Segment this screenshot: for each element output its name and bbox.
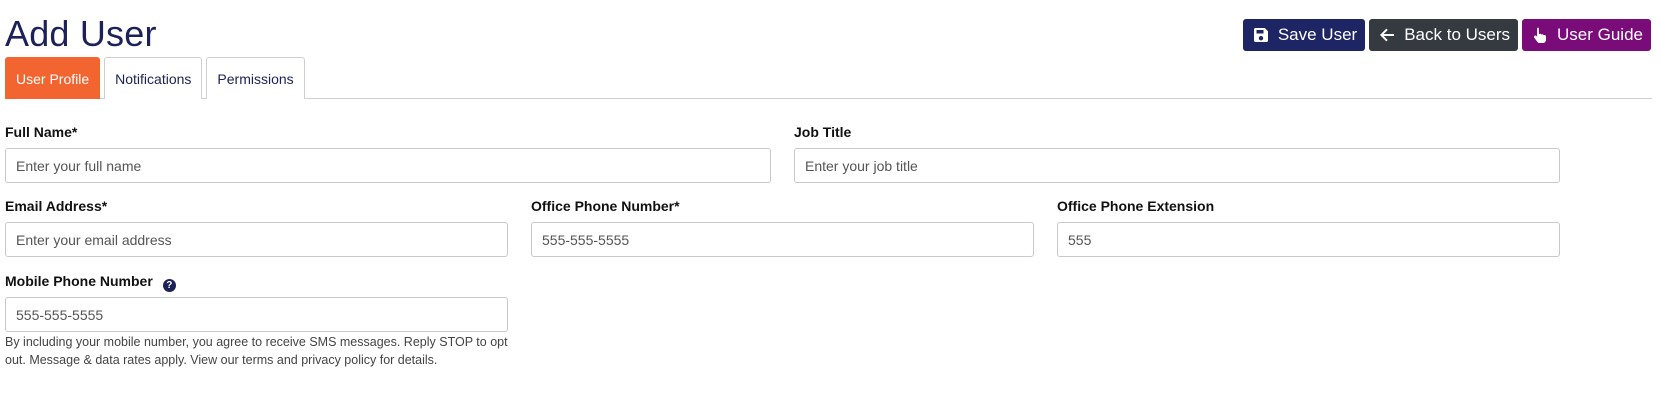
mobile-phone-label: Mobile Phone Number — [5, 273, 153, 289]
office-extension-input[interactable] — [1057, 222, 1560, 257]
job-title-label: Job Title — [794, 124, 852, 140]
sms-consent-note: By including your mobile number, you agr… — [5, 335, 508, 367]
email-label: Email Address* — [5, 198, 108, 214]
question-circle-icon[interactable]: ? — [162, 279, 176, 292]
office-extension-label: Office Phone Extension — [1057, 198, 1215, 214]
pointing-hand-icon — [1534, 27, 1547, 43]
tab-bar: User Profile Notifications Permissions — [5, 57, 1652, 99]
job-title-input[interactable] — [794, 148, 1560, 183]
user-guide-label: User Guide — [1557, 25, 1643, 44]
full-name-label: Full Name* — [5, 124, 78, 140]
job-title-group: Job Title — [794, 122, 1560, 183]
office-phone-label: Office Phone Number* — [531, 198, 680, 214]
floppy-disk-icon — [1253, 28, 1268, 42]
back-to-users-button[interactable]: Back to Users — [1369, 19, 1519, 51]
mobile-phone-input[interactable] — [5, 297, 508, 332]
toolbar: Save User Back to Users User Guide — [1242, 19, 1651, 51]
arrow-left-icon — [1380, 28, 1395, 42]
save-user-button[interactable]: Save User — [1242, 19, 1366, 51]
mobile-phone-label-row: Mobile Phone Number? — [5, 271, 508, 292]
save-user-label: Save User — [1277, 25, 1358, 44]
mobile-phone-group: Mobile Phone Number? — [5, 271, 508, 332]
tab-notifications[interactable]: Notifications — [104, 57, 203, 99]
full-name-group: Full Name* — [5, 122, 771, 183]
add-user-page: Add User Save User Back to Users User Gu… — [0, 0, 1661, 406]
user-guide-button[interactable]: User Guide — [1522, 19, 1651, 51]
email-input[interactable] — [5, 222, 508, 257]
back-to-users-label: Back to Users — [1404, 25, 1511, 44]
office-phone-input[interactable] — [531, 222, 1034, 257]
tab-permissions[interactable]: Permissions — [206, 57, 305, 99]
office-phone-group: Office Phone Number* — [531, 196, 1034, 257]
page-title: Add User — [5, 13, 157, 54]
office-extension-group: Office Phone Extension — [1057, 196, 1560, 257]
tab-user-profile[interactable]: User Profile — [5, 57, 101, 99]
email-group: Email Address* — [5, 196, 508, 257]
full-name-input[interactable] — [5, 148, 771, 183]
